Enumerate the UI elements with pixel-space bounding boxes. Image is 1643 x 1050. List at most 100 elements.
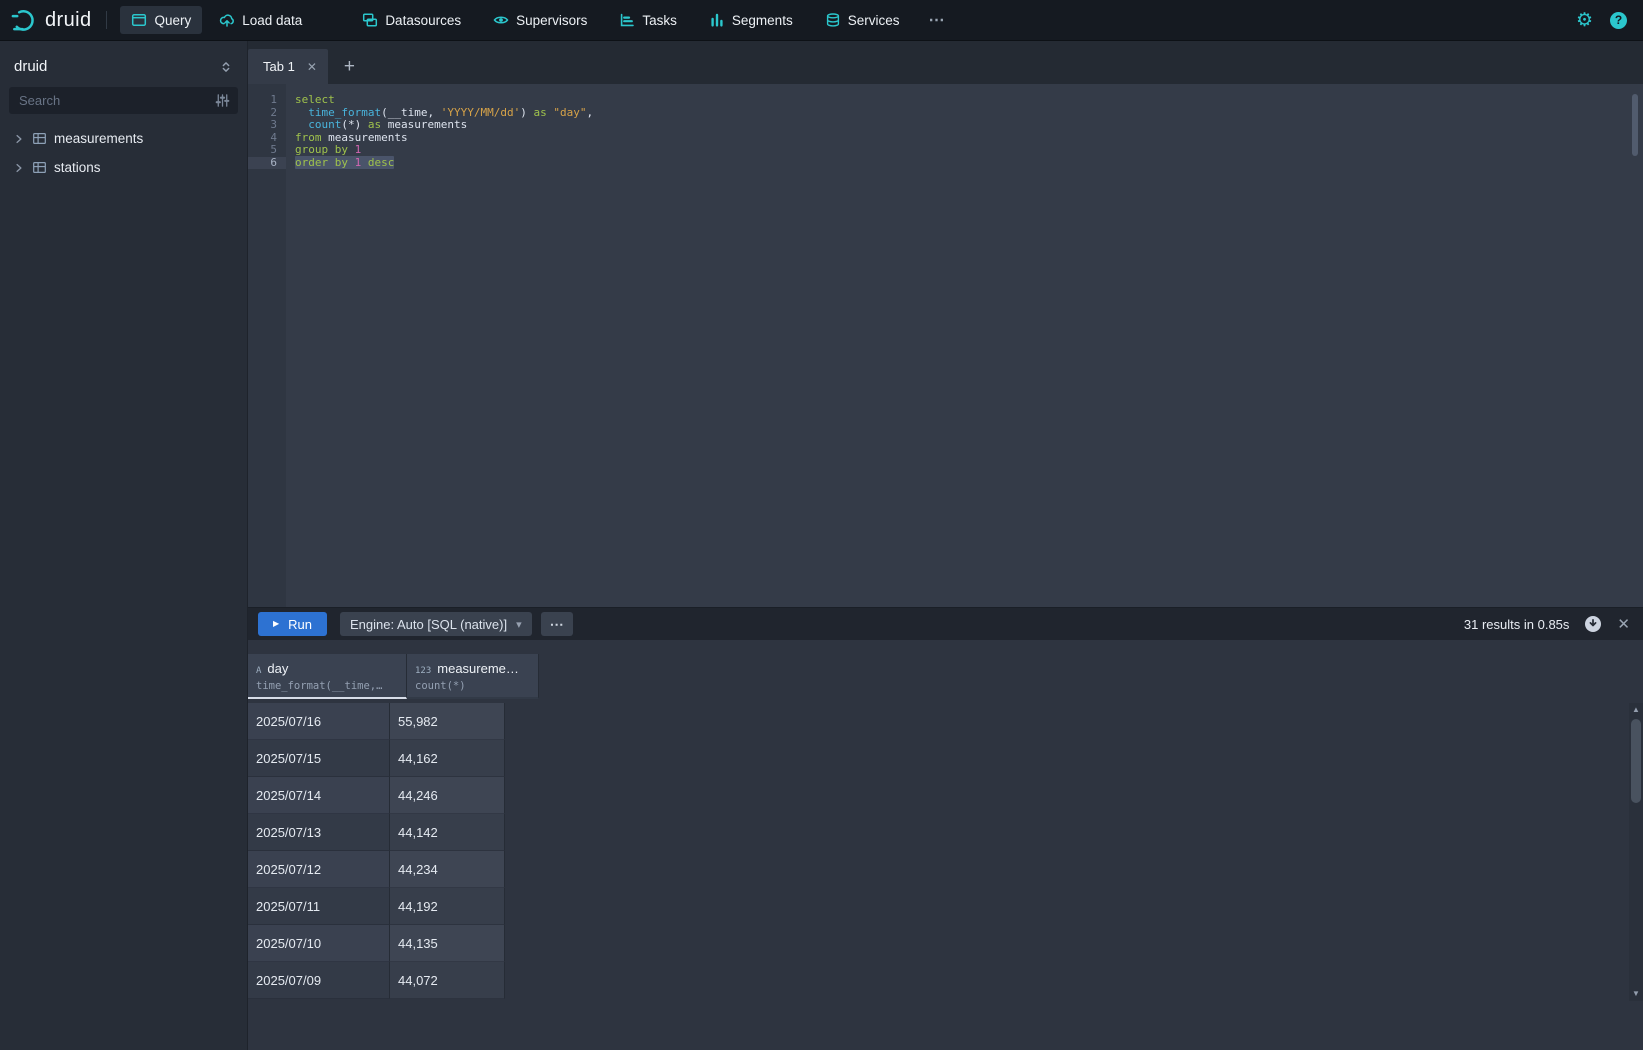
result-cell[interactable]: 2025/07/10 [248,925,390,962]
chevron-right-icon[interactable] [13,162,25,174]
column-header-day[interactable]: A day time_format(__time,… [248,654,407,699]
sql-token: as [533,106,546,119]
search-input[interactable] [17,92,215,109]
result-cell[interactable]: 2025/07/11 [248,888,390,925]
scroll-up-icon[interactable]: ▲ [1632,703,1640,717]
tab-1[interactable]: Tab 1 ✕ [248,49,328,84]
results-scrollbar[interactable]: ▲ ▼ [1629,703,1643,1001]
tree-item-measurements[interactable]: measurements [0,124,247,153]
result-cell[interactable]: 55,982 [390,703,505,740]
result-cell[interactable]: 44,135 [390,925,505,962]
nav-load-data[interactable]: Load data [208,6,313,34]
sql-token [295,118,308,131]
result-row: 2025/07/1044,135 [248,925,505,962]
result-cell[interactable]: 2025/07/16 [248,703,390,740]
add-tab-button[interactable]: + [344,57,355,76]
scrollbar-thumb[interactable] [1631,719,1641,803]
results-panel: A day time_format(__time,… 123 measureme… [248,640,1643,1050]
nav-label: Segments [732,13,793,28]
query-console-icon [131,12,147,28]
result-status: 31 results in 0.85s [1464,617,1570,632]
nav-label: Load data [242,13,302,28]
sql-token: , [586,106,593,119]
result-cell[interactable]: 44,246 [390,777,505,814]
run-bar: ▶ Run Engine: Auto [SQL (native)] ▾ ⋯ 31… [248,607,1643,640]
nav-segments[interactable]: Segments [698,6,804,34]
nav-group-secondary: Datasources Supervisors [351,4,953,36]
nav-label: Tasks [642,13,677,28]
number-type-icon: 123 [415,666,431,676]
editor-code[interactable]: select time_format(__time, 'YYYY/MM/dd')… [295,94,593,169]
cloud-upload-icon [219,12,235,28]
filter-sliders-icon[interactable] [215,93,230,108]
run-button[interactable]: ▶ Run [258,612,327,636]
engine-select[interactable]: Engine: Auto [SQL (native)] ▾ [340,612,532,636]
run-label: Run [288,617,312,632]
nav-label: Query [154,13,191,28]
sql-token: time_format [308,106,381,119]
query-more-button[interactable]: ⋯ [541,612,573,636]
result-cell[interactable]: 44,072 [390,962,505,999]
sql-token: (*) [341,118,368,131]
result-cell[interactable]: 2025/07/13 [248,814,390,851]
close-tab-icon[interactable]: ✕ [307,60,317,74]
result-cell[interactable]: 44,192 [390,888,505,925]
query-tab-bar: Tab 1 ✕ + [248,41,1643,84]
results-table-body: 2025/07/1655,9822025/07/1544,1622025/07/… [248,703,505,999]
sql-token: as [368,118,381,131]
schema-sidebar: druid [0,41,248,1050]
editor-gutter: 123456 [248,84,286,607]
editor-scrollbar[interactable] [1632,94,1638,156]
nav-services[interactable]: Services [814,6,911,34]
settings-gear-icon[interactable]: ⚙ [1576,11,1593,30]
nav-group-primary: Query Load data [120,6,313,34]
tree-item-label: measurements [54,131,143,146]
more-ellipsis-icon: ⋯ [550,616,564,633]
nav-more-button[interactable]: ⋯ [920,4,953,36]
bar-segments-icon [709,12,725,28]
topbar-right-actions: ⚙ ? [1576,11,1627,30]
close-results-icon[interactable]: ✕ [1617,615,1630,633]
nav-datasources[interactable]: Datasources [351,6,472,34]
tree-item-stations[interactable]: stations [0,153,247,182]
result-row: 2025/07/1655,982 [248,703,505,740]
chevron-right-icon[interactable] [13,133,25,145]
sql-token: count [308,118,341,131]
result-cell[interactable]: 44,234 [390,851,505,888]
result-cell[interactable]: 44,162 [390,740,505,777]
help-icon[interactable]: ? [1610,12,1627,29]
table-grid-icon [32,131,47,146]
scroll-down-icon[interactable]: ▼ [1632,987,1640,1001]
more-ellipsis-icon: ⋯ [928,12,945,29]
topbar-divider [106,11,107,29]
result-cell[interactable]: 2025/07/09 [248,962,390,999]
table-grid-icon [32,160,47,175]
sql-token: from [295,131,322,144]
result-cell[interactable]: 44,142 [390,814,505,851]
string-type-icon: A [256,666,261,676]
nav-supervisors[interactable]: Supervisors [482,6,598,34]
download-results-icon[interactable] [1584,615,1602,633]
sql-token: "day" [553,106,586,119]
nav-query[interactable]: Query [120,6,202,34]
result-cell[interactable]: 2025/07/14 [248,777,390,814]
database-icon [825,12,841,28]
sql-token: select [295,93,335,106]
druid-logo-icon[interactable] [10,7,37,34]
search-box [9,87,238,114]
sql-token: measurements [322,131,408,144]
brand-name: druid [45,9,91,32]
double-caret-icon[interactable] [219,60,233,74]
column-header-measurements[interactable]: 123 measureme… count(*) [407,654,539,699]
result-row: 2025/07/0944,072 [248,962,505,999]
result-cell[interactable]: 2025/07/12 [248,851,390,888]
sql-editor[interactable]: 123456 select time_format(__time, 'YYYY/… [248,84,1643,607]
code-line[interactable]: order by 1 desc [295,157,593,170]
result-cell[interactable]: 2025/07/15 [248,740,390,777]
results-table-header: A day time_format(__time,… 123 measureme… [248,654,539,699]
eye-icon [493,12,509,28]
column-formula: count(*) [415,680,530,692]
tab-label: Tab 1 [263,59,295,74]
nav-tasks[interactable]: Tasks [608,6,688,34]
sql-token: 1 [355,143,362,156]
